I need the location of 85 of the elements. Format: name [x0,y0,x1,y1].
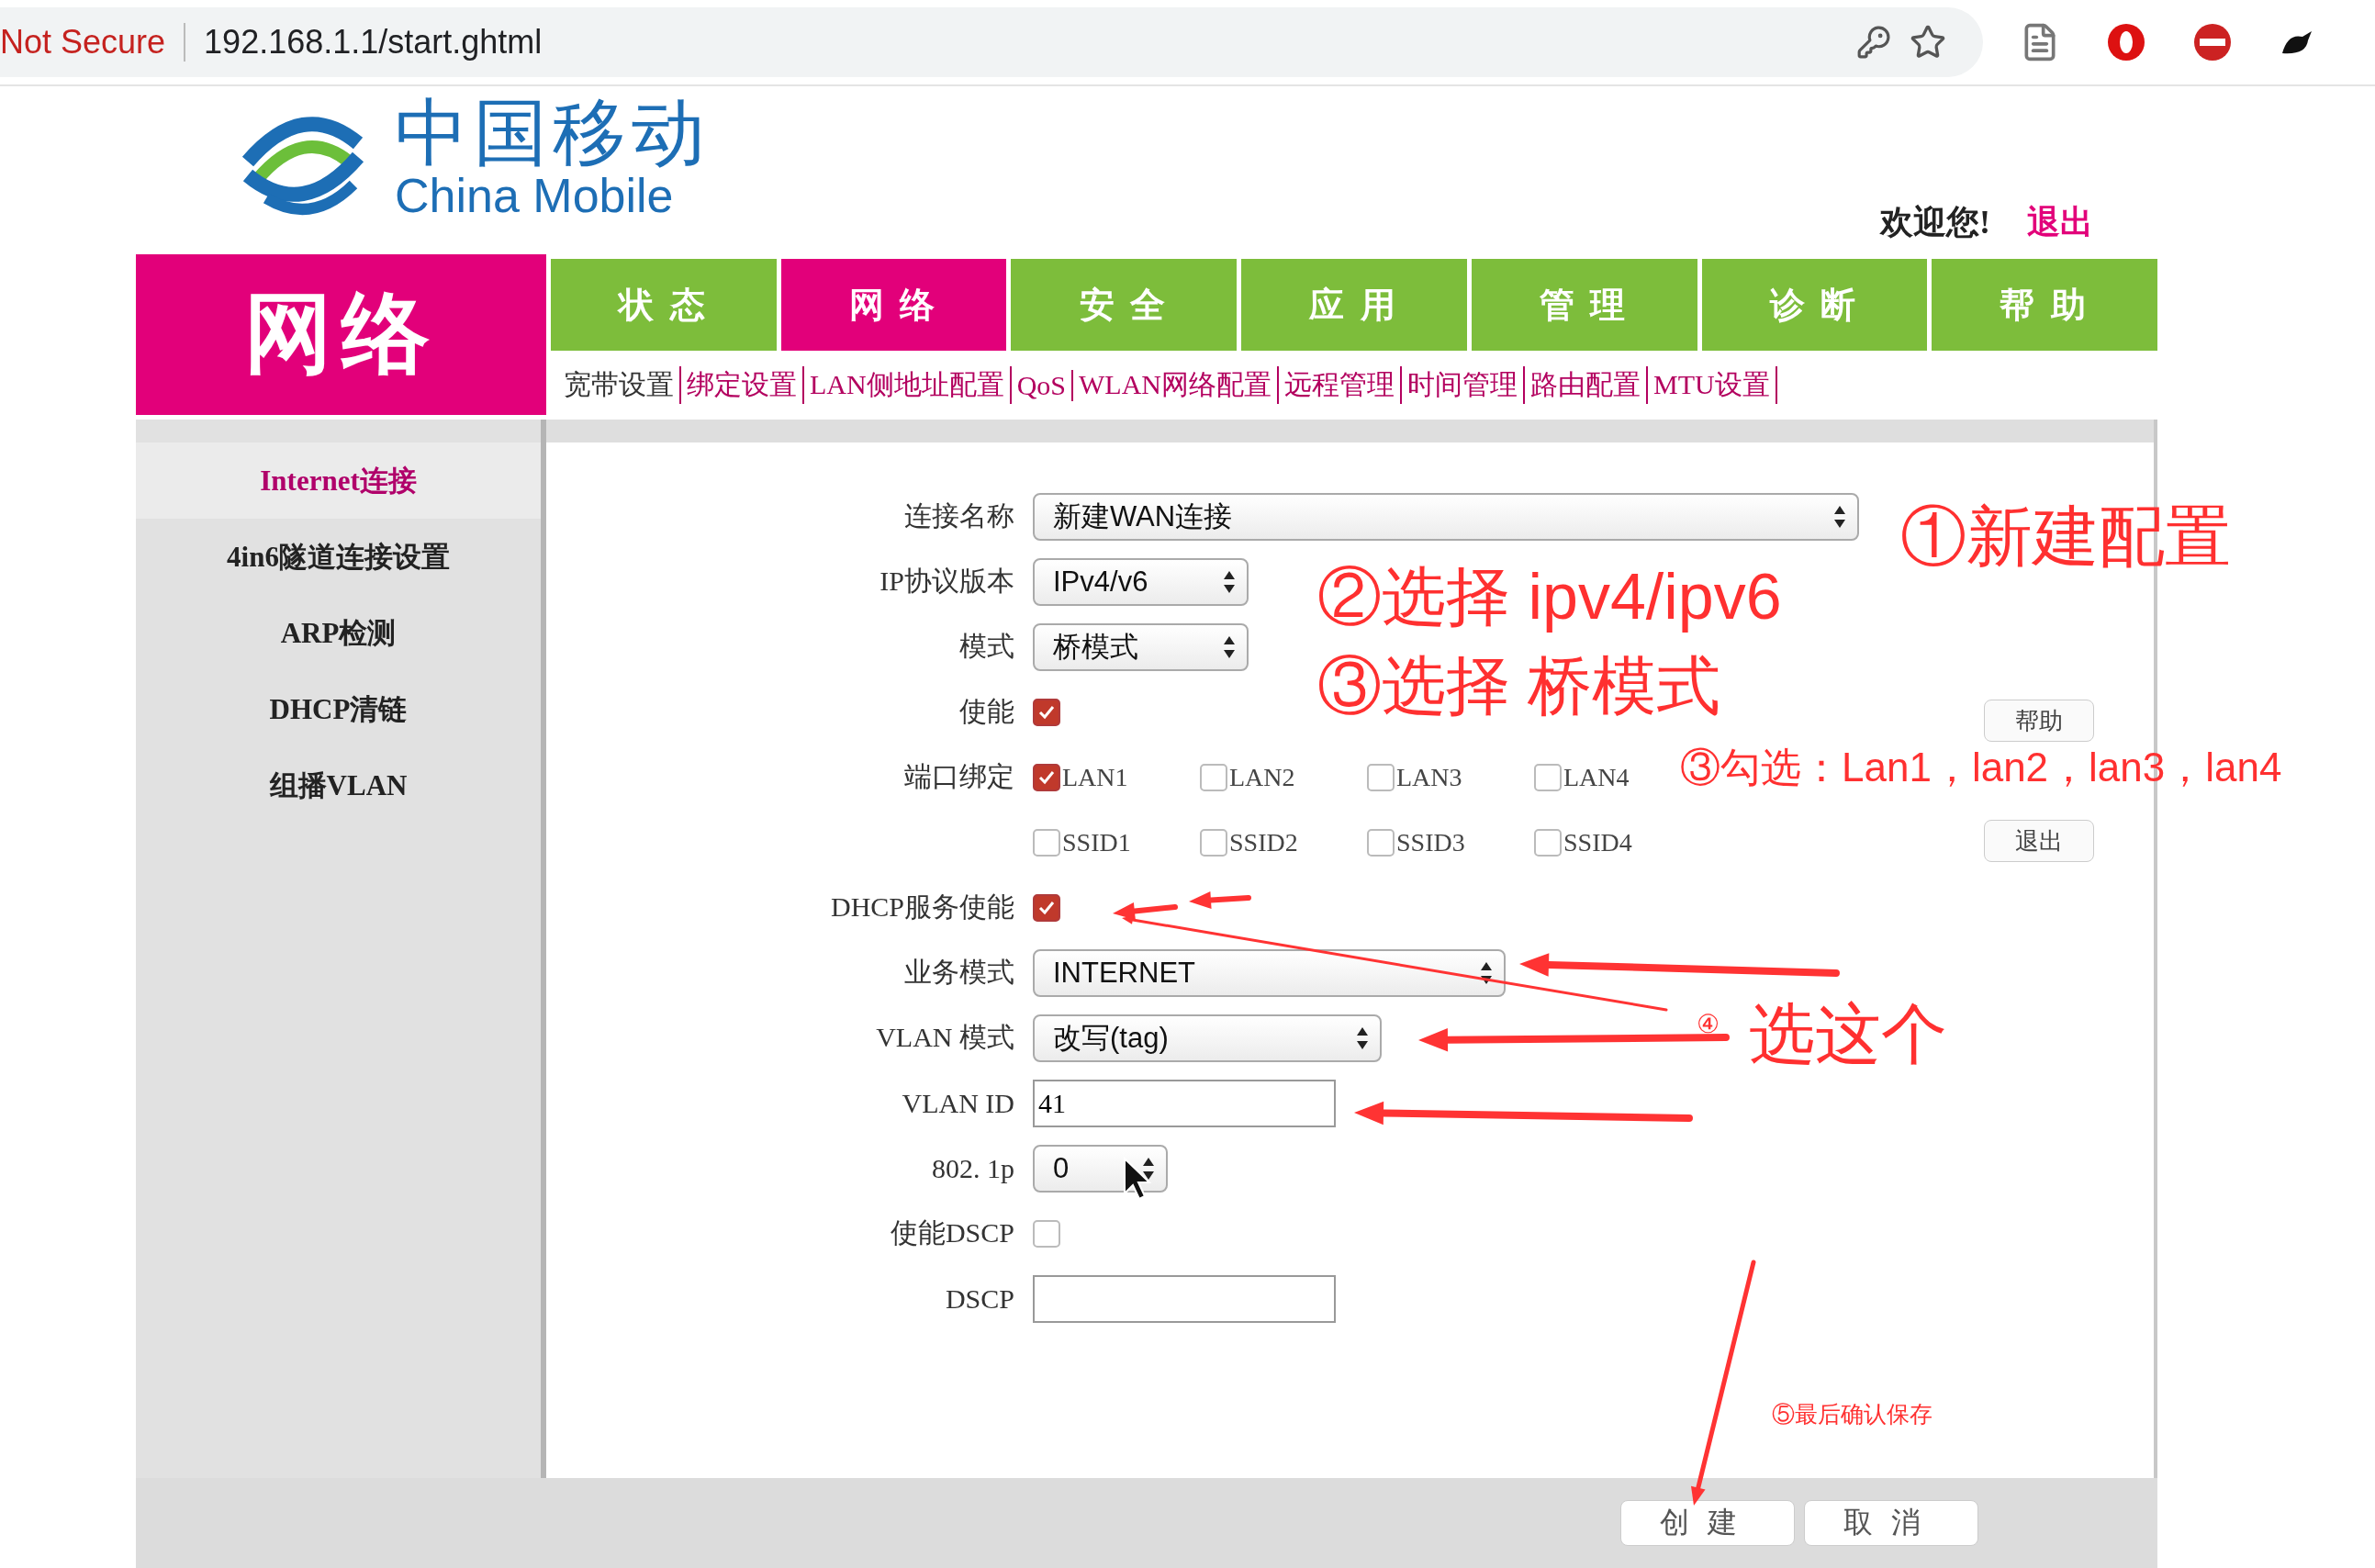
annotation-text: ①新建配置 [1900,503,2231,569]
option-label: LAN3 [1396,762,1462,792]
option-label: LAN2 [1229,762,1295,792]
checkbox[interactable] [1200,828,1227,857]
updown-caret-icon [1356,1025,1369,1050]
round-extension-icon[interactable] [2192,22,2233,62]
field-label: DSCP [944,1282,1015,1315]
updown-caret-icon [1142,1156,1155,1181]
option-label: SSID4 [1563,827,1632,857]
field-label: 业务模式 [903,956,1015,989]
sidebar-item[interactable]: 4in6隧道连接设置 [136,519,541,595]
ring-extension-icon[interactable] [2106,22,2146,62]
key-icon[interactable] [1856,25,1891,60]
nav-tab[interactable]: 网 络 [780,259,1007,351]
select-dropdown[interactable]: INTERNET [1033,948,1506,997]
updown-caret-icon [1833,504,1846,529]
option-label: LAN4 [1563,762,1630,792]
field-label: IP协议版本 [879,565,1015,598]
submenu-link[interactable]: 远程管理 [1279,366,1402,404]
select-dropdown[interactable]: 改写(tag) [1033,1014,1382,1062]
field-label: DHCP服务使能 [829,890,1015,924]
field-label: VLAN 模式 [875,1021,1015,1054]
sidebar-item[interactable]: ARP检测 [136,595,541,671]
sidebar-item[interactable]: Internet连接 [136,442,541,519]
field-label: VLAN ID [901,1087,1015,1119]
annotation-text: 选这个 [1749,1001,1947,1067]
option-label: SSID2 [1229,827,1298,857]
submenu-link[interactable]: 时间管理 [1402,366,1525,404]
checkbox[interactable] [1534,828,1562,857]
submenu-link[interactable]: QoS [1011,369,1073,401]
text-field[interactable] [1033,1274,1336,1323]
url-text: 192.168.1.1/start.ghtml [204,23,543,62]
checkbox[interactable] [1033,828,1060,857]
option-label: SSID1 [1062,827,1131,857]
updown-caret-icon [1223,634,1236,659]
welcome-text: 欢迎您! [1880,203,1990,242]
checkbox[interactable] [1033,893,1060,922]
footer-button[interactable]: 取消 [1804,1500,1978,1546]
mouse-cursor-icon [1124,1156,1152,1201]
section-title: 网络 [136,254,546,415]
side-button[interactable]: 帮助 [1984,700,2094,742]
address-bar[interactable]: Not Secure 192.168.1.1/start.ghtml [0,7,1983,77]
sidebar-item[interactable]: 组播VLAN [136,747,541,823]
select-dropdown[interactable]: 新建WAN连接 [1033,492,1859,541]
brand-name-english: China Mobile [395,169,675,223]
field-label: 802. 1p [931,1152,1015,1184]
checkbox[interactable] [1367,763,1395,791]
checkbox[interactable] [1534,763,1562,791]
option-label: SSID3 [1396,827,1465,857]
submenu-link[interactable]: MTU设置 [1648,366,1777,404]
text-field[interactable]: 41 [1033,1079,1336,1127]
option-label: LAN1 [1062,762,1128,792]
footer-button[interactable]: 创建 [1620,1500,1795,1546]
checkbox[interactable] [1033,1219,1060,1248]
select-dropdown[interactable]: IPv4/v6 [1033,557,1249,606]
updown-caret-icon [1223,569,1236,594]
submenu-link[interactable]: LAN侧地址配置 [804,366,1012,404]
field-label: 连接名称 [903,499,1015,532]
checkbox[interactable] [1367,828,1395,857]
submenu-link[interactable]: 路由配置 [1525,366,1648,404]
bookmark-star-icon[interactable] [1910,24,1946,61]
security-label: Not Secure [0,23,186,62]
annotation-text: ⑤最后确认保存 [1772,1403,1932,1426]
sidebar-item[interactable]: DHCP清链 [136,671,541,747]
field-label: 使能DSCP [889,1216,1015,1249]
field-label: 模式 [958,630,1015,663]
submenu-link[interactable]: 绑定设置 [681,366,804,404]
annotation-text: ③勾选：Lan1，lan2，lan3，lan4 [1680,747,2282,788]
arrow [1189,890,1251,910]
arrow [1113,902,1178,921]
field-label: 使能 [958,695,1015,728]
logout-link[interactable]: 退出 [2027,200,2093,245]
annotation-text: ③选择 桥模式 [1317,654,1721,718]
select-dropdown[interactable]: 桥模式 [1033,622,1249,671]
submenu-link[interactable]: 宽带设置 [558,366,681,404]
select-dropdown[interactable]: 0 [1033,1144,1168,1193]
brand-name-chinese: 中国移动 [395,95,711,170]
checkbox[interactable] [1033,763,1060,791]
side-button[interactable]: 退出 [1984,820,2094,862]
field-label: 端口绑定 [903,760,1015,793]
annotation-text: ④ [1697,1012,1720,1037]
checkbox[interactable] [1033,698,1060,726]
submenu-link[interactable]: WLAN网络配置 [1073,366,1279,404]
checkbox[interactable] [1200,763,1227,791]
updown-caret-icon [1480,960,1493,985]
